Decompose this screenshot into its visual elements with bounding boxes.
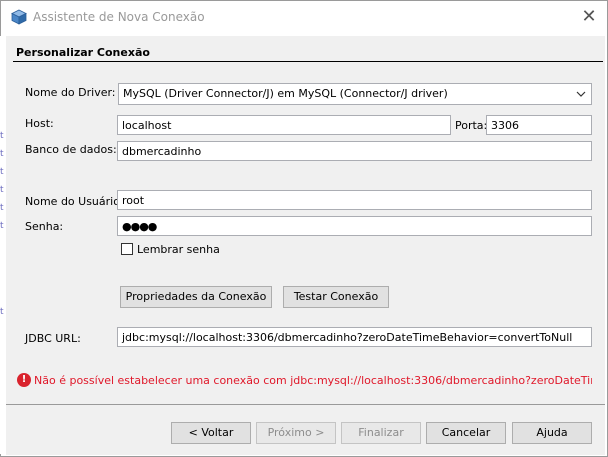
driver-label: Nome do Driver:	[25, 86, 116, 99]
close-icon[interactable]: ✕	[575, 5, 603, 29]
help-button[interactable]: Ajuda	[512, 422, 592, 444]
jdbc-url-input[interactable]: jdbc:mysql://localhost:3306/dbmercadinho…	[117, 327, 592, 347]
database-label: Banco de dados:	[25, 143, 117, 156]
user-input[interactable]: root	[117, 190, 592, 210]
remember-password-checkbox[interactable]	[121, 243, 133, 255]
host-label: Host:	[25, 117, 54, 130]
finish-button[interactable]: Finalizar	[341, 422, 421, 444]
error-message: Não é possível estabelecer uma conexão c…	[34, 374, 592, 387]
password-input[interactable]: ●●●●	[117, 216, 592, 236]
database-input[interactable]: dbmercadinho	[117, 141, 592, 161]
test-connection-button[interactable]: Testar Conexão	[283, 286, 389, 308]
panel-title: Personalizar Conexão	[16, 46, 150, 59]
jdbc-url-label: JDBC URL:	[25, 332, 81, 345]
host-input[interactable]: localhost	[117, 115, 451, 135]
error-icon: !	[17, 373, 31, 387]
next-button[interactable]: Próximo >	[256, 422, 336, 444]
back-button[interactable]: < Voltar	[171, 422, 251, 444]
window-title: Assistente de Nova Conexão	[33, 10, 205, 24]
driver-select[interactable]: MySQL (Driver Connector/J) em MySQL (Con…	[118, 83, 592, 105]
cancel-button[interactable]: Cancelar	[426, 422, 506, 444]
user-label: Nome do Usuário:	[25, 195, 124, 208]
connection-properties-button[interactable]: Propriedades da Conexão	[120, 286, 272, 308]
driver-select-value: MySQL (Driver Connector/J) em MySQL (Con…	[123, 87, 448, 100]
remember-password-label: Lembrar senha	[137, 243, 220, 256]
netbeans-cube-icon	[11, 9, 27, 25]
chevron-down-icon	[576, 85, 586, 105]
port-input[interactable]: 3306	[486, 115, 592, 135]
port-label: Porta:	[455, 119, 488, 132]
panel-title-separator	[13, 61, 603, 62]
password-label: Senha:	[25, 220, 64, 233]
